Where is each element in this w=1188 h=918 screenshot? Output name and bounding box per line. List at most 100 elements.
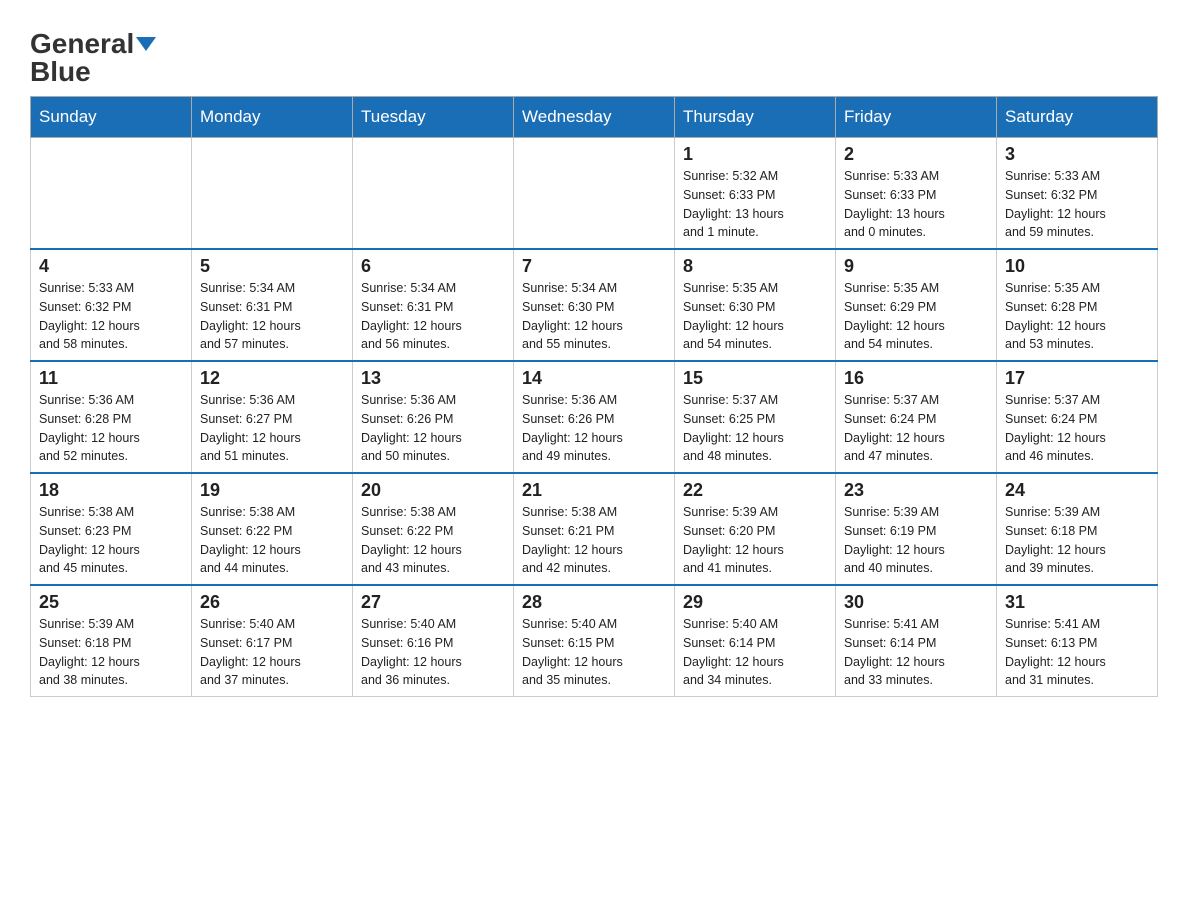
day-number: 31	[1005, 592, 1149, 613]
day-number: 22	[683, 480, 827, 501]
day-number: 12	[200, 368, 344, 389]
day-number: 23	[844, 480, 988, 501]
calendar-cell: 29Sunrise: 5:40 AMSunset: 6:14 PMDayligh…	[675, 585, 836, 697]
day-info: Sunrise: 5:34 AMSunset: 6:31 PMDaylight:…	[361, 279, 505, 354]
page-header: General Blue	[30, 20, 1158, 86]
calendar-cell: 5Sunrise: 5:34 AMSunset: 6:31 PMDaylight…	[192, 249, 353, 361]
day-number: 10	[1005, 256, 1149, 277]
logo-general: General	[30, 30, 134, 58]
day-number: 21	[522, 480, 666, 501]
calendar-cell: 19Sunrise: 5:38 AMSunset: 6:22 PMDayligh…	[192, 473, 353, 585]
calendar-week-row: 25Sunrise: 5:39 AMSunset: 6:18 PMDayligh…	[31, 585, 1158, 697]
day-info: Sunrise: 5:41 AMSunset: 6:14 PMDaylight:…	[844, 615, 988, 690]
day-info: Sunrise: 5:33 AMSunset: 6:32 PMDaylight:…	[1005, 167, 1149, 242]
day-number: 7	[522, 256, 666, 277]
day-info: Sunrise: 5:33 AMSunset: 6:33 PMDaylight:…	[844, 167, 988, 242]
calendar-cell	[514, 138, 675, 250]
day-number: 6	[361, 256, 505, 277]
calendar-cell: 12Sunrise: 5:36 AMSunset: 6:27 PMDayligh…	[192, 361, 353, 473]
day-info: Sunrise: 5:38 AMSunset: 6:23 PMDaylight:…	[39, 503, 183, 578]
day-number: 18	[39, 480, 183, 501]
calendar-cell: 4Sunrise: 5:33 AMSunset: 6:32 PMDaylight…	[31, 249, 192, 361]
day-info: Sunrise: 5:36 AMSunset: 6:28 PMDaylight:…	[39, 391, 183, 466]
day-info: Sunrise: 5:34 AMSunset: 6:30 PMDaylight:…	[522, 279, 666, 354]
calendar-cell: 13Sunrise: 5:36 AMSunset: 6:26 PMDayligh…	[353, 361, 514, 473]
day-info: Sunrise: 5:38 AMSunset: 6:22 PMDaylight:…	[361, 503, 505, 578]
calendar-cell: 8Sunrise: 5:35 AMSunset: 6:30 PMDaylight…	[675, 249, 836, 361]
day-number: 11	[39, 368, 183, 389]
day-number: 13	[361, 368, 505, 389]
calendar-cell: 17Sunrise: 5:37 AMSunset: 6:24 PMDayligh…	[997, 361, 1158, 473]
calendar-cell: 3Sunrise: 5:33 AMSunset: 6:32 PMDaylight…	[997, 138, 1158, 250]
day-number: 9	[844, 256, 988, 277]
day-info: Sunrise: 5:37 AMSunset: 6:24 PMDaylight:…	[1005, 391, 1149, 466]
day-number: 14	[522, 368, 666, 389]
day-number: 17	[1005, 368, 1149, 389]
day-number: 15	[683, 368, 827, 389]
day-info: Sunrise: 5:34 AMSunset: 6:31 PMDaylight:…	[200, 279, 344, 354]
day-info: Sunrise: 5:40 AMSunset: 6:15 PMDaylight:…	[522, 615, 666, 690]
logo-blue: Blue	[30, 58, 91, 86]
day-number: 30	[844, 592, 988, 613]
calendar-cell: 31Sunrise: 5:41 AMSunset: 6:13 PMDayligh…	[997, 585, 1158, 697]
weekday-header-monday: Monday	[192, 97, 353, 138]
day-number: 2	[844, 144, 988, 165]
day-number: 4	[39, 256, 183, 277]
calendar-cell: 6Sunrise: 5:34 AMSunset: 6:31 PMDaylight…	[353, 249, 514, 361]
day-number: 26	[200, 592, 344, 613]
calendar-week-row: 18Sunrise: 5:38 AMSunset: 6:23 PMDayligh…	[31, 473, 1158, 585]
calendar-cell: 21Sunrise: 5:38 AMSunset: 6:21 PMDayligh…	[514, 473, 675, 585]
calendar-cell: 18Sunrise: 5:38 AMSunset: 6:23 PMDayligh…	[31, 473, 192, 585]
calendar-cell: 10Sunrise: 5:35 AMSunset: 6:28 PMDayligh…	[997, 249, 1158, 361]
weekday-header-row: SundayMondayTuesdayWednesdayThursdayFrid…	[31, 97, 1158, 138]
day-number: 8	[683, 256, 827, 277]
day-info: Sunrise: 5:41 AMSunset: 6:13 PMDaylight:…	[1005, 615, 1149, 690]
calendar-cell: 28Sunrise: 5:40 AMSunset: 6:15 PMDayligh…	[514, 585, 675, 697]
logo: General Blue	[30, 30, 156, 86]
weekday-header-saturday: Saturday	[997, 97, 1158, 138]
day-info: Sunrise: 5:35 AMSunset: 6:29 PMDaylight:…	[844, 279, 988, 354]
day-info: Sunrise: 5:37 AMSunset: 6:25 PMDaylight:…	[683, 391, 827, 466]
day-info: Sunrise: 5:40 AMSunset: 6:17 PMDaylight:…	[200, 615, 344, 690]
day-number: 28	[522, 592, 666, 613]
calendar-cell: 20Sunrise: 5:38 AMSunset: 6:22 PMDayligh…	[353, 473, 514, 585]
day-number: 3	[1005, 144, 1149, 165]
calendar-week-row: 1Sunrise: 5:32 AMSunset: 6:33 PMDaylight…	[31, 138, 1158, 250]
day-number: 27	[361, 592, 505, 613]
day-number: 24	[1005, 480, 1149, 501]
calendar-cell	[31, 138, 192, 250]
calendar-cell: 9Sunrise: 5:35 AMSunset: 6:29 PMDaylight…	[836, 249, 997, 361]
day-info: Sunrise: 5:35 AMSunset: 6:28 PMDaylight:…	[1005, 279, 1149, 354]
calendar-cell: 27Sunrise: 5:40 AMSunset: 6:16 PMDayligh…	[353, 585, 514, 697]
day-info: Sunrise: 5:38 AMSunset: 6:22 PMDaylight:…	[200, 503, 344, 578]
calendar-cell: 1Sunrise: 5:32 AMSunset: 6:33 PMDaylight…	[675, 138, 836, 250]
day-number: 19	[200, 480, 344, 501]
calendar-week-row: 4Sunrise: 5:33 AMSunset: 6:32 PMDaylight…	[31, 249, 1158, 361]
day-info: Sunrise: 5:39 AMSunset: 6:19 PMDaylight:…	[844, 503, 988, 578]
weekday-header-friday: Friday	[836, 97, 997, 138]
day-number: 29	[683, 592, 827, 613]
calendar-cell: 24Sunrise: 5:39 AMSunset: 6:18 PMDayligh…	[997, 473, 1158, 585]
logo-triangle-icon	[136, 37, 156, 51]
day-number: 25	[39, 592, 183, 613]
calendar-cell: 22Sunrise: 5:39 AMSunset: 6:20 PMDayligh…	[675, 473, 836, 585]
day-info: Sunrise: 5:39 AMSunset: 6:20 PMDaylight:…	[683, 503, 827, 578]
calendar-cell: 25Sunrise: 5:39 AMSunset: 6:18 PMDayligh…	[31, 585, 192, 697]
weekday-header-thursday: Thursday	[675, 97, 836, 138]
day-info: Sunrise: 5:36 AMSunset: 6:27 PMDaylight:…	[200, 391, 344, 466]
calendar-cell	[353, 138, 514, 250]
calendar-week-row: 11Sunrise: 5:36 AMSunset: 6:28 PMDayligh…	[31, 361, 1158, 473]
day-number: 5	[200, 256, 344, 277]
calendar-cell: 2Sunrise: 5:33 AMSunset: 6:33 PMDaylight…	[836, 138, 997, 250]
calendar-cell: 11Sunrise: 5:36 AMSunset: 6:28 PMDayligh…	[31, 361, 192, 473]
day-info: Sunrise: 5:35 AMSunset: 6:30 PMDaylight:…	[683, 279, 827, 354]
day-number: 20	[361, 480, 505, 501]
day-info: Sunrise: 5:40 AMSunset: 6:16 PMDaylight:…	[361, 615, 505, 690]
day-info: Sunrise: 5:36 AMSunset: 6:26 PMDaylight:…	[522, 391, 666, 466]
calendar-cell: 16Sunrise: 5:37 AMSunset: 6:24 PMDayligh…	[836, 361, 997, 473]
calendar-cell: 15Sunrise: 5:37 AMSunset: 6:25 PMDayligh…	[675, 361, 836, 473]
day-info: Sunrise: 5:36 AMSunset: 6:26 PMDaylight:…	[361, 391, 505, 466]
day-info: Sunrise: 5:33 AMSunset: 6:32 PMDaylight:…	[39, 279, 183, 354]
weekday-header-tuesday: Tuesday	[353, 97, 514, 138]
day-number: 1	[683, 144, 827, 165]
